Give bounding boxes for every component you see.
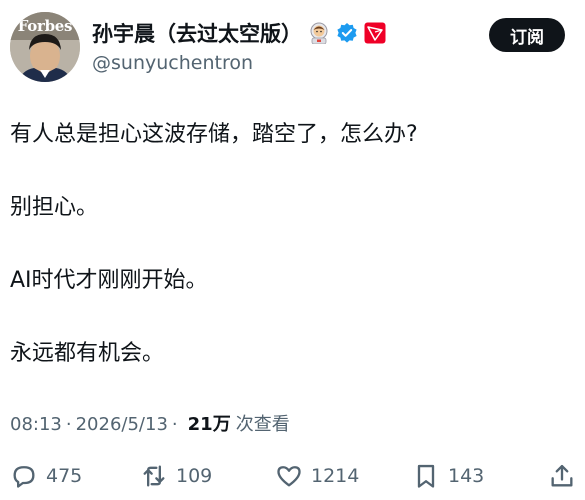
- bookmark-icon: [417, 464, 435, 488]
- tweet-card: Forbes 孙宇晨（去过太空版） @sunyuchentron 订阅 有人总是…: [0, 0, 585, 500]
- tron-logo-icon[interactable]: [364, 22, 386, 44]
- retweet-count: 109: [176, 465, 213, 487]
- reply-count: 475: [46, 465, 83, 487]
- post-date[interactable]: 2026/5/13: [76, 414, 168, 435]
- astronaut-emoji-icon: [308, 22, 330, 45]
- tweet-line: 永远都有机会。: [10, 341, 165, 366]
- post-time[interactable]: 08:13: [10, 414, 62, 435]
- subscribe-button[interactable]: 订阅: [489, 18, 565, 52]
- bookmark-button[interactable]: 143: [412, 458, 484, 494]
- tweet-line: AI时代才刚刚开始。: [10, 268, 208, 293]
- avatar[interactable]: Forbes: [10, 12, 80, 82]
- share-button[interactable]: [548, 458, 576, 494]
- bookmark-count: 143: [448, 465, 485, 487]
- views-count: 21万: [187, 414, 231, 435]
- retweet-button[interactable]: 109: [140, 458, 212, 494]
- tweet-line: 有人总是担心这波存储，踏空了，怎么办?: [10, 122, 418, 147]
- like-count: 1214: [311, 465, 360, 487]
- avatar-brand-text: Forbes: [17, 17, 73, 35]
- name-row: 孙宇晨（去过太空版）: [92, 18, 386, 48]
- action-bar: 475 109 1214 143: [0, 458, 585, 494]
- reply-icon: [13, 466, 35, 488]
- user-handle[interactable]: @sunyuchentron: [92, 52, 253, 74]
- heart-icon: [277, 466, 301, 487]
- display-name[interactable]: 孙宇晨（去过太空版）: [92, 18, 302, 48]
- meta-separator: ·: [171, 414, 178, 435]
- reply-button[interactable]: 475: [10, 458, 82, 494]
- like-button[interactable]: 1214: [275, 458, 359, 494]
- retweet-icon: [143, 465, 165, 487]
- share-icon: [551, 464, 573, 487]
- tweet-line: 别担心。: [10, 195, 99, 220]
- tweet-meta: 08:13 · 2026/5/13 · 21万 次查看: [10, 410, 290, 436]
- meta-separator: ·: [65, 414, 72, 435]
- views-label: 次查看: [235, 414, 290, 435]
- verified-check-icon[interactable]: [336, 22, 358, 44]
